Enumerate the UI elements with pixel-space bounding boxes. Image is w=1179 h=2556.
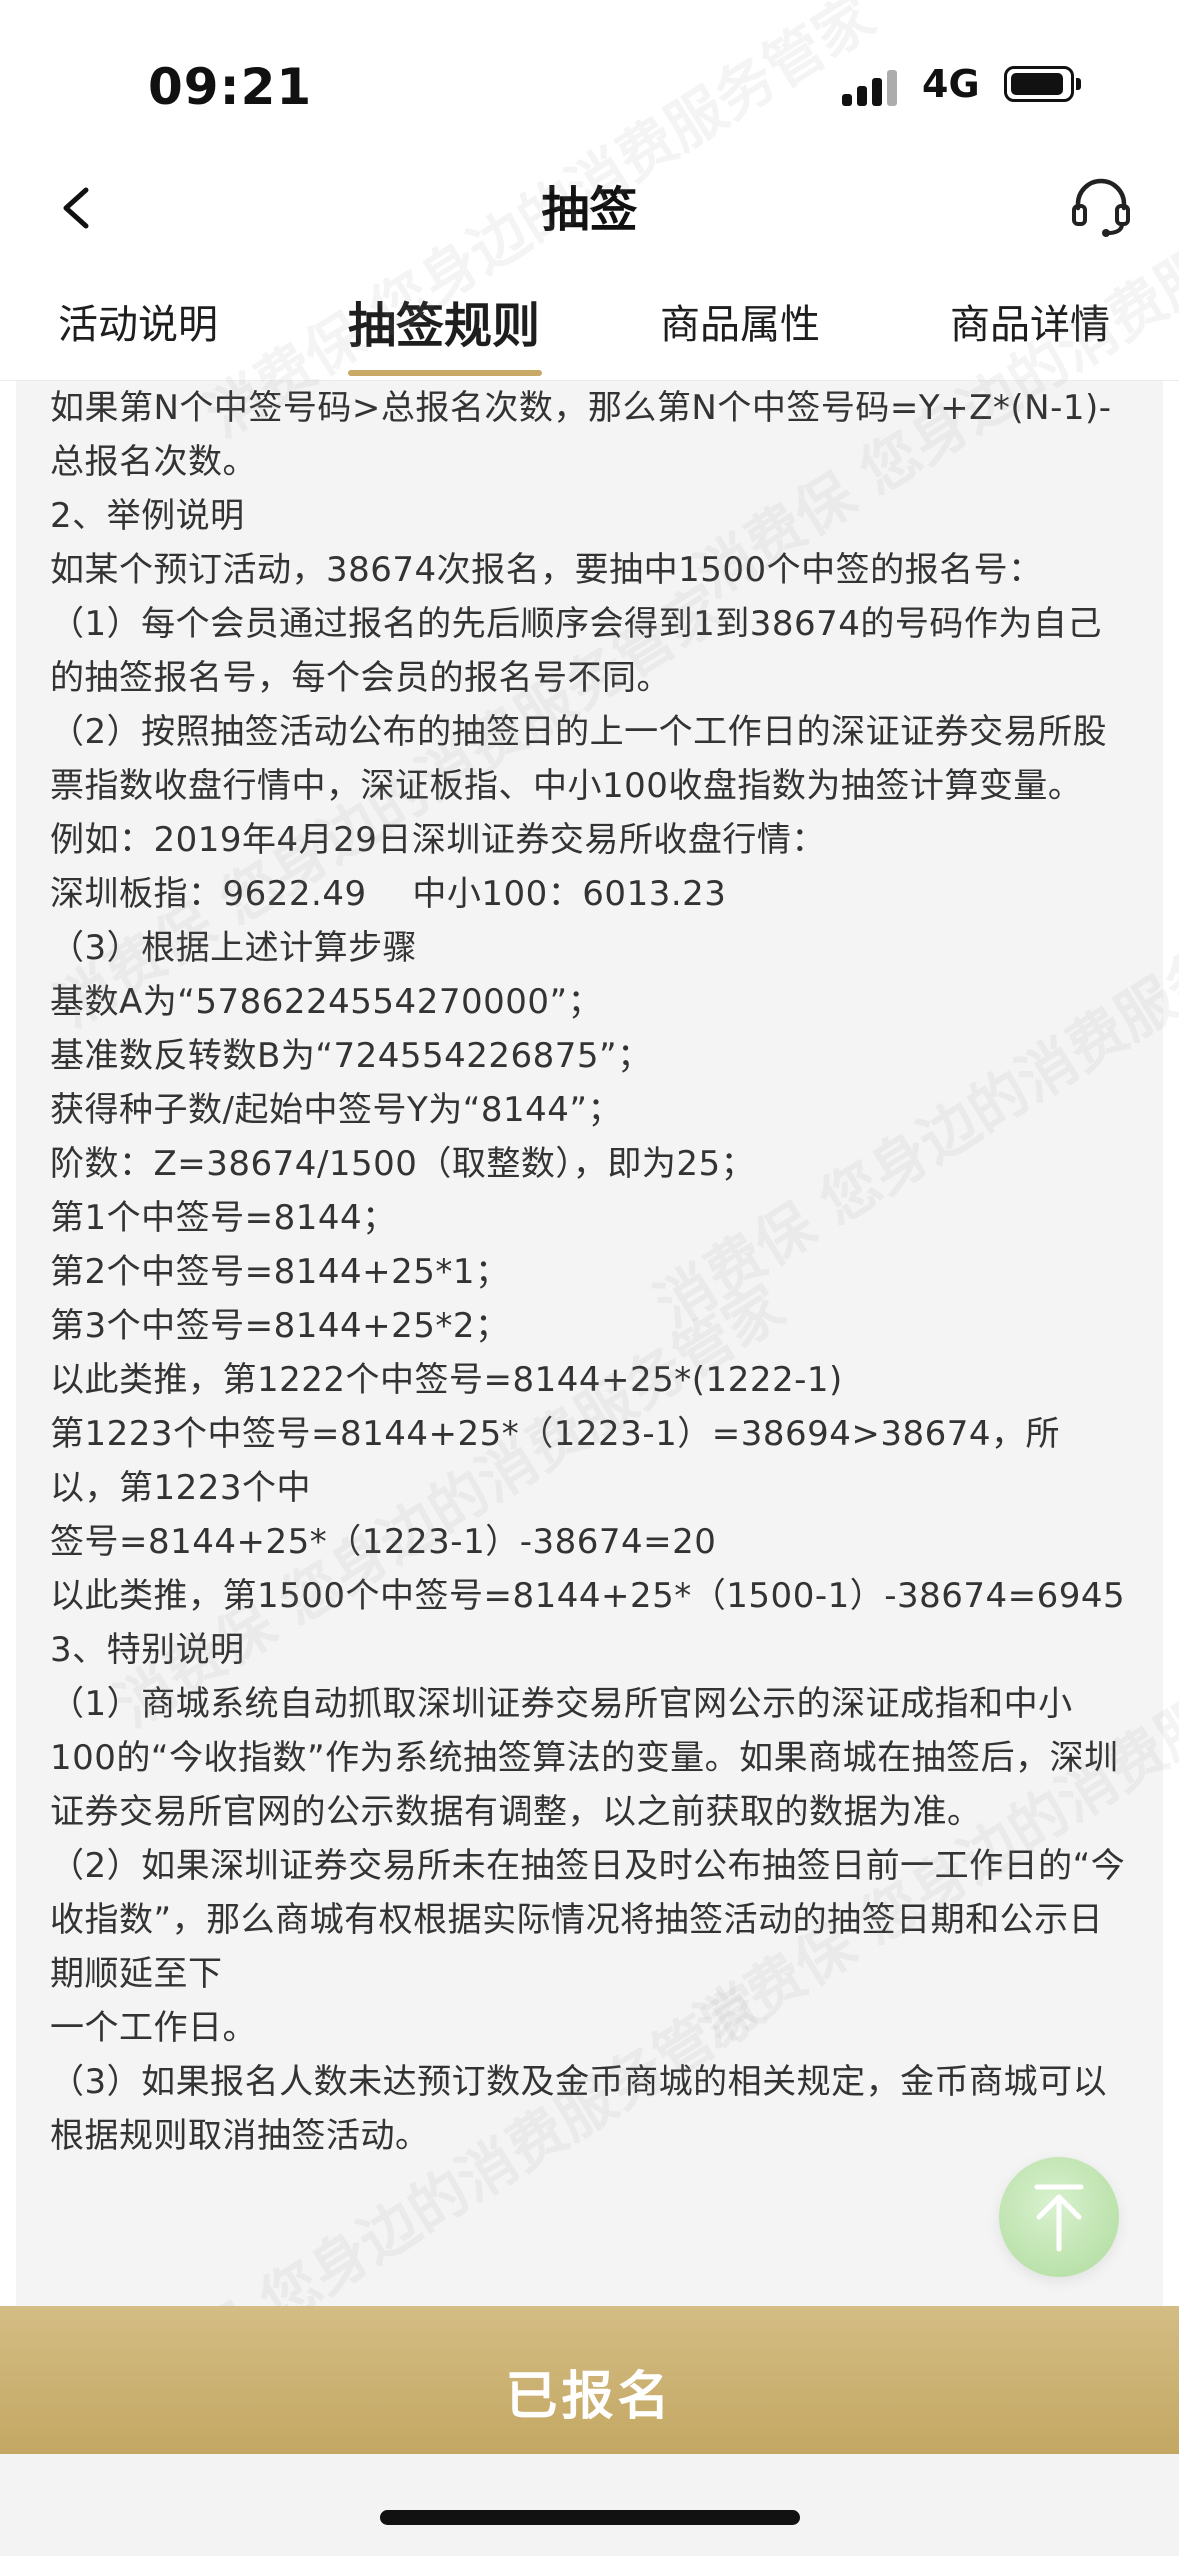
rule-paragraph: 如果第N个中签号码>总报名次数，那么第N个中签号码=Y+Z*(N-1)-总报名次… — [50, 388, 1112, 482]
status-time: 09:21 — [148, 58, 313, 116]
navigation-bar: 抽签 — [0, 160, 1179, 280]
active-tab-indicator — [348, 370, 542, 376]
signal-icon — [842, 68, 898, 106]
rule-paragraph: （3）如果报名人数未达预订数及金币商城的相关规定，金币商城可以根据规则取消抽签活… — [50, 2062, 1108, 2156]
tab-product-attributes[interactable]: 商品属性 — [660, 292, 820, 372]
registered-button[interactable]: 已报名 — [0, 2306, 1179, 2454]
headset-icon[interactable] — [1066, 170, 1136, 240]
rule-paragraph: 深圳板指：9622.49 中小100：6013.23 — [50, 874, 727, 914]
battery-icon — [1004, 66, 1074, 102]
home-area — [0, 2454, 1179, 2556]
tab-lottery-rules[interactable]: 抽签规则 — [348, 286, 540, 366]
rule-paragraph: （1）商城系统自动抓取深圳证券交易所官网公示的深证成指和中小100的“今收指数”… — [50, 1684, 1119, 1832]
page-title: 抽签 — [541, 182, 638, 238]
status-bar: 09:21 4G — [0, 0, 1179, 160]
rule-paragraph: 阶数：Z=38674/1500（取整数），即为25； — [50, 1144, 756, 1184]
rules-content[interactable]: 如果第N个中签号码>总报名次数，那么第N个中签号码=Y+Z*(N-1)-总报名次… — [16, 381, 1163, 2306]
rule-paragraph: 获得种子数/起始中签号Y为“8144”； — [50, 1090, 622, 1130]
rule-paragraph: 一个工作日。 — [50, 2008, 257, 2048]
arrow-up-icon — [1034, 2184, 1084, 2252]
rule-paragraph: （2）如果深圳证券交易所未在抽签日及时公布抽签日前一工作日的“今收指数”，那么商… — [50, 1846, 1126, 1994]
rule-paragraph: （3）根据上述计算步骤 — [50, 928, 418, 968]
tab-activity-description[interactable]: 活动说明 — [58, 292, 218, 372]
rule-paragraph: （2）按照抽签活动公布的抽签日的上一个工作日的深证证券交易所股票指数收盘行情中，… — [50, 712, 1108, 806]
rule-paragraph: 第1223个中签号=8144+25*（1223-1）=38694>38674，所… — [50, 1414, 1061, 1508]
registered-label: 已报名 — [505, 2367, 674, 2427]
rule-paragraph: 基准数反转数B为“724554226875”； — [50, 1036, 652, 1076]
tab-product-details[interactable]: 商品详情 — [950, 292, 1110, 372]
rule-paragraph: 基数A为“5786224554270000”； — [50, 982, 603, 1022]
network-label: 4G — [922, 62, 980, 106]
rule-paragraph: 签号=8144+25*（1223-1）-38674=20 — [50, 1522, 717, 1562]
rule-paragraph: 第2个中签号=8144+25*1； — [50, 1252, 510, 1292]
battery-tip — [1076, 78, 1081, 90]
rule-paragraph: 例如：2019年4月29日深圳证券交易所收盘行情： — [50, 820, 826, 860]
home-indicator[interactable] — [380, 2510, 800, 2525]
rule-paragraph: 以此类推，第1222个中签号=8144+25*(1222-1) — [50, 1360, 843, 1400]
rule-paragraph: 以此类推，第1500个中签号=8144+25*（1500-1）-38674=69… — [50, 1576, 1126, 1616]
rule-paragraph: 第3个中签号=8144+25*2； — [50, 1306, 510, 1346]
rule-paragraph: 第1个中签号=8144； — [50, 1198, 397, 1238]
tab-bar: 活动说明 抽签规则 商品属性 商品详情 — [0, 280, 1179, 381]
rule-section-heading: 2、举例说明 — [50, 496, 245, 536]
rule-paragraph: （1）每个会员通过报名的先后顺序会得到1到38674的号码作为自己的抽签报名号，… — [50, 604, 1102, 698]
rule-paragraph: 如某个预订活动，38674次报名，要抽中1500个中签的报名号： — [50, 550, 1043, 590]
rule-section-heading: 3、特别说明 — [50, 1630, 245, 1670]
back-to-top-button[interactable] — [999, 2157, 1119, 2277]
